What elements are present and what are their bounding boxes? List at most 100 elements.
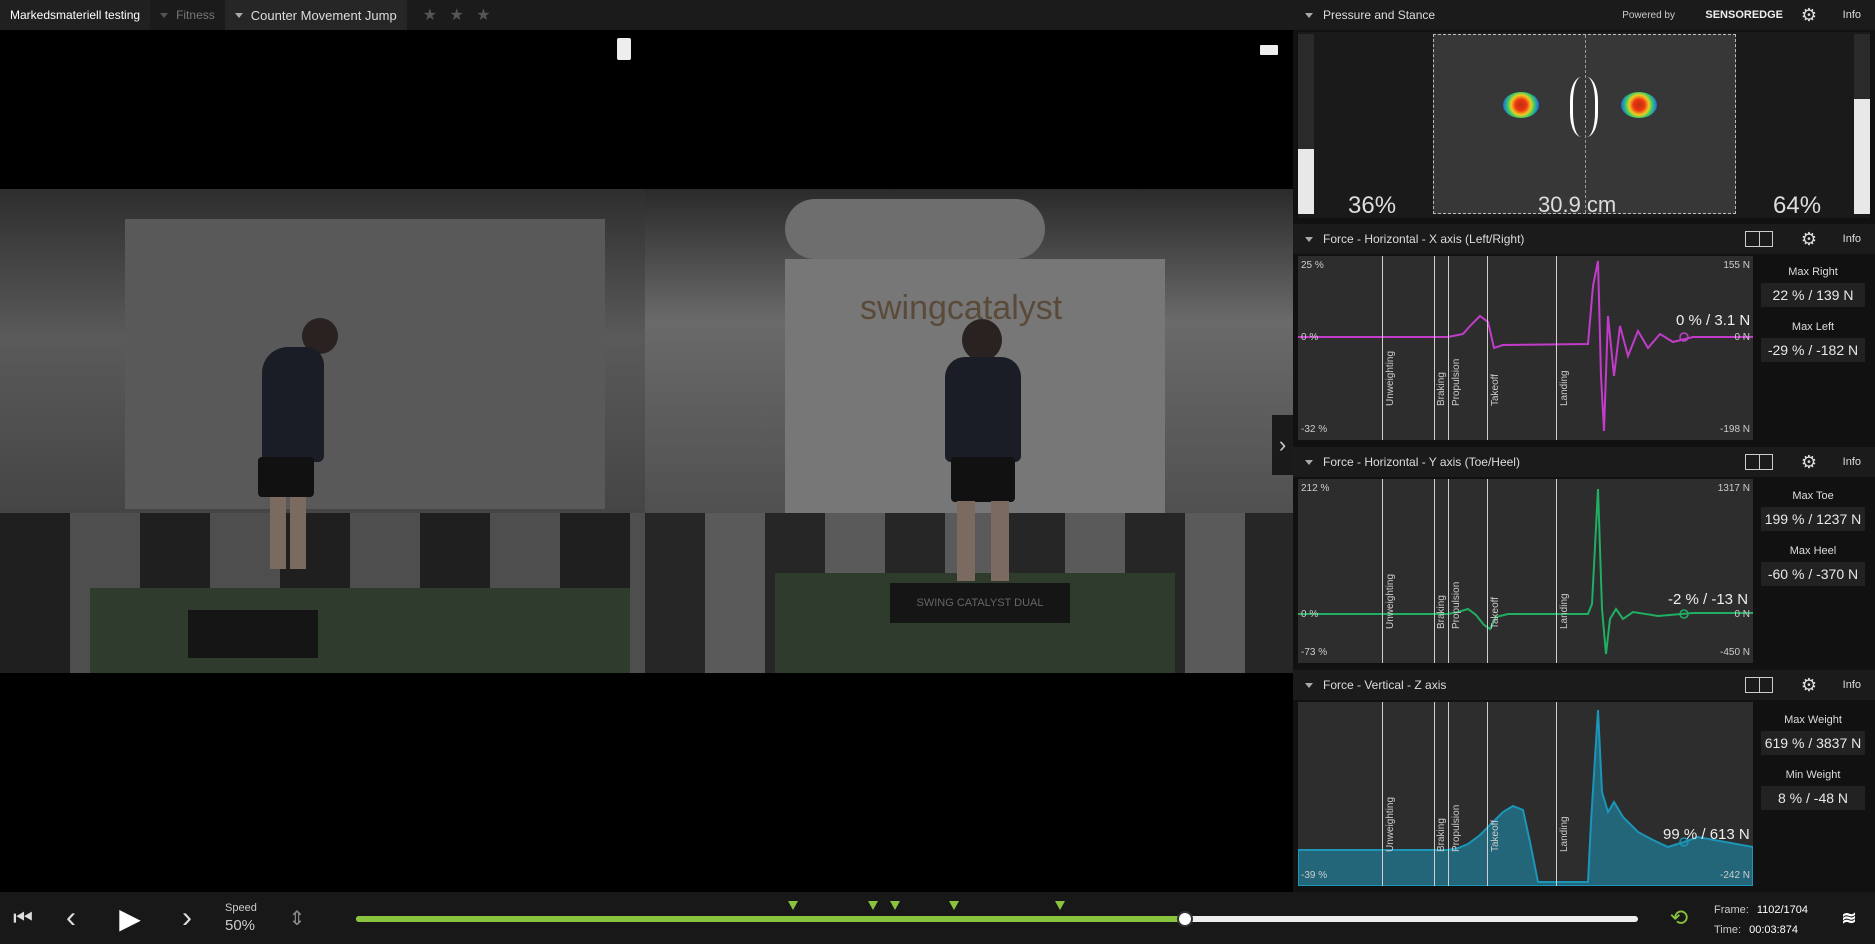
sensoredge-logo: SENSOREDGE <box>1705 9 1783 21</box>
powered-by-label: Powered by <box>1622 9 1675 21</box>
speed-control[interactable]: Speed 50% <box>225 899 257 935</box>
trim-icon[interactable]: ⇕ <box>282 902 312 934</box>
y-top-percent: 212 % <box>1301 483 1330 494</box>
force-z-title: Force - Vertical - Z axis <box>1323 678 1447 692</box>
layout-icon[interactable] <box>1745 454 1773 470</box>
event-marker[interactable] <box>868 901 878 910</box>
pressure-info-button[interactable]: Info <box>1843 9 1861 21</box>
event-marker[interactable] <box>788 901 798 910</box>
event-line <box>1487 256 1488 440</box>
event-label: Braking <box>1436 595 1447 629</box>
pressure-view: 36% 30.9 cm 64% <box>1298 32 1870 219</box>
stat-label: Max Right <box>1788 266 1838 278</box>
category-selector[interactable]: Fitness <box>150 0 225 30</box>
camera-view-side[interactable] <box>0 189 645 673</box>
camera-icon[interactable] <box>1260 45 1278 55</box>
layout-icon[interactable] <box>1745 677 1773 693</box>
collapse-icon[interactable] <box>1305 236 1313 242</box>
speed-label: Speed <box>225 902 257 914</box>
force-z-header: Force - Vertical - Z axis ⚙ Info <box>1293 670 1875 700</box>
event-label: Landing <box>1559 593 1570 629</box>
left-pressure-bar <box>1298 34 1314 214</box>
left-pressure-fill <box>1298 149 1314 214</box>
event-marker[interactable] <box>1055 901 1065 910</box>
test-selector[interactable]: Counter Movement Jump <box>224 0 407 30</box>
chevron-right-icon[interactable]: › <box>1272 415 1293 475</box>
turf <box>90 588 630 673</box>
gear-icon[interactable]: ⚙ <box>1801 452 1817 473</box>
stat-value: 22 % / 139 N <box>1761 283 1865 307</box>
category-label: Fitness <box>176 8 215 22</box>
time-label: Time: <box>1714 924 1742 936</box>
right-pressure-bar <box>1854 34 1870 214</box>
event-line <box>1382 702 1383 886</box>
event-label: Takeoff <box>1490 819 1501 852</box>
timeline-handle[interactable] <box>1177 911 1194 927</box>
gear-icon[interactable]: ⚙ <box>1801 675 1817 696</box>
athlete-leg <box>991 501 1009 581</box>
event-line <box>1556 479 1557 663</box>
chevron-down-icon <box>234 12 243 18</box>
athlete-shorts <box>951 457 1015 502</box>
pressure-title: Pressure and Stance <box>1323 8 1436 22</box>
force-x-info-button[interactable]: Info <box>1843 233 1861 245</box>
event-label: Unweighting <box>1385 796 1396 852</box>
event-line <box>1556 702 1557 886</box>
stat-label: Max Weight <box>1784 714 1842 726</box>
analysis-panel: Pressure and Stance Powered by SENSOREDG… <box>1293 0 1875 892</box>
loop-icon[interactable]: ⟲ <box>1664 902 1694 934</box>
athlete-body <box>262 347 324 462</box>
previous-frame-icon[interactable]: ‹ <box>58 901 84 934</box>
collapse-icon[interactable] <box>1305 459 1313 465</box>
collapse-icon[interactable] <box>1305 12 1313 18</box>
y-bottom-percent: -39 % <box>1301 870 1328 881</box>
event-label: Propulsion <box>1451 581 1462 629</box>
event-marker[interactable] <box>949 901 959 910</box>
gear-icon[interactable]: ⚙ <box>1801 5 1817 26</box>
timeline-scrubber[interactable] <box>356 901 1638 927</box>
force-z-stats: Max Weight 619 % / 3837 N Min Weight 8 %… <box>1757 714 1869 824</box>
event-line <box>1382 479 1383 663</box>
project-label: Markedsmateriell testing <box>10 8 141 22</box>
stat-value: -60 % / -370 N <box>1761 562 1865 586</box>
app-logo-icon[interactable]: ≋ <box>1834 902 1864 934</box>
force-x-curve <box>1298 260 1753 432</box>
ventilation-duct <box>785 199 1045 259</box>
event-label: Landing <box>1559 816 1570 852</box>
gear-icon[interactable]: ⚙ <box>1801 229 1817 250</box>
y-top-newton: 155 N <box>1723 260 1750 271</box>
speed-value: 50% <box>225 917 256 934</box>
event-label: Takeoff <box>1490 373 1501 406</box>
play-icon[interactable]: ▶ <box>112 902 148 934</box>
collapse-icon[interactable] <box>1305 682 1313 688</box>
camera-view-front[interactable]: swingcatalyst SWING CATALYST DUAL <box>645 189 1293 673</box>
skip-start-icon[interactable]: ⏮ <box>10 902 36 934</box>
y-bottom-newton: -198 N <box>1719 424 1750 435</box>
force-x-stats: Max Right 22 % / 139 N Max Left -29 % / … <box>1757 266 1869 376</box>
event-label: Braking <box>1436 372 1447 406</box>
project-selector[interactable]: Markedsmateriell testing <box>0 0 151 30</box>
frame-value: 1102/1704 <box>1756 904 1809 916</box>
event-label: Unweighting <box>1385 573 1396 629</box>
stance-width: 30.9 cm <box>1538 192 1617 217</box>
rating-stars[interactable]: ★ ★ ★ <box>407 0 505 30</box>
event-line <box>1556 256 1557 440</box>
force-x-plot[interactable]: 25 % 0 % -32 % 155 N 0 N -198 N 0 % / 3.… <box>1298 256 1753 440</box>
force-z-plot[interactable]: -39 % -242 N 99 % / 613 N Unweighting Bra… <box>1298 702 1753 886</box>
layout-icon[interactable] <box>1745 231 1773 247</box>
stat-value: 8 % / -48 N <box>1761 786 1865 810</box>
next-frame-icon[interactable]: › <box>174 901 200 934</box>
event-line <box>1448 479 1449 663</box>
athlete-head <box>962 319 1002 361</box>
athlete-leg <box>957 501 975 581</box>
force-y-plot[interactable]: 212 % 0 % -73 % 1317 N 0 N -450 N -2 % /… <box>1298 479 1753 663</box>
event-line <box>1382 256 1383 440</box>
force-z-readout: 99 % / 613 N <box>1663 826 1750 843</box>
event-line <box>1487 702 1488 886</box>
force-z-info-button[interactable]: Info <box>1843 679 1861 691</box>
chevron-down-icon <box>160 12 169 18</box>
event-marker[interactable] <box>890 901 900 910</box>
golfer-silhouette-icon <box>1570 77 1598 137</box>
camera-position-icon[interactable] <box>617 38 631 60</box>
force-y-info-button[interactable]: Info <box>1843 456 1861 468</box>
